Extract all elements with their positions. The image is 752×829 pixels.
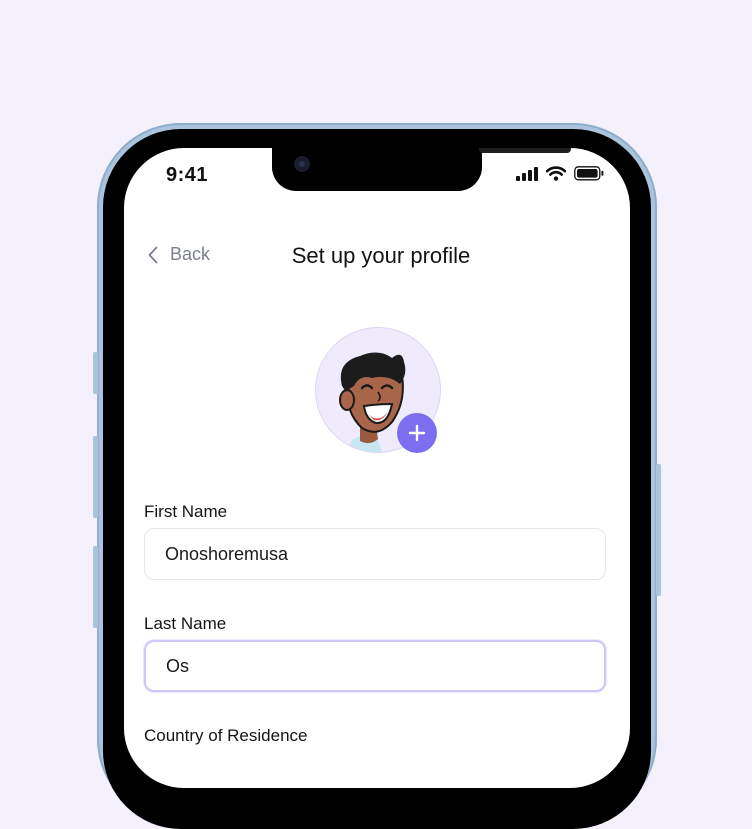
status-time: 9:41 (166, 164, 209, 186)
phone-side-button (656, 464, 661, 596)
first-name-input[interactable] (144, 528, 606, 580)
signal-icon (516, 166, 538, 181)
status-icons (516, 166, 604, 181)
country-label: Country of Residence (144, 726, 308, 745)
notch (272, 148, 571, 191)
battery-icon (574, 166, 604, 181)
phone-side-button (93, 436, 98, 518)
phone-side-button (93, 546, 98, 628)
last-name-input[interactable] (144, 640, 606, 692)
speaker (479, 148, 571, 153)
camera-icon (294, 156, 310, 172)
phone-side-button (93, 352, 98, 394)
first-name-label: First Name (144, 502, 228, 521)
last-name-label: Last Name (144, 614, 227, 633)
plus-icon (408, 424, 426, 442)
screen: 9:41 Back Set up your profile First Name… (124, 148, 630, 788)
page-title: Set up your profile (291, 243, 471, 268)
add-photo-button[interactable] (397, 413, 437, 453)
wifi-icon (546, 166, 566, 181)
